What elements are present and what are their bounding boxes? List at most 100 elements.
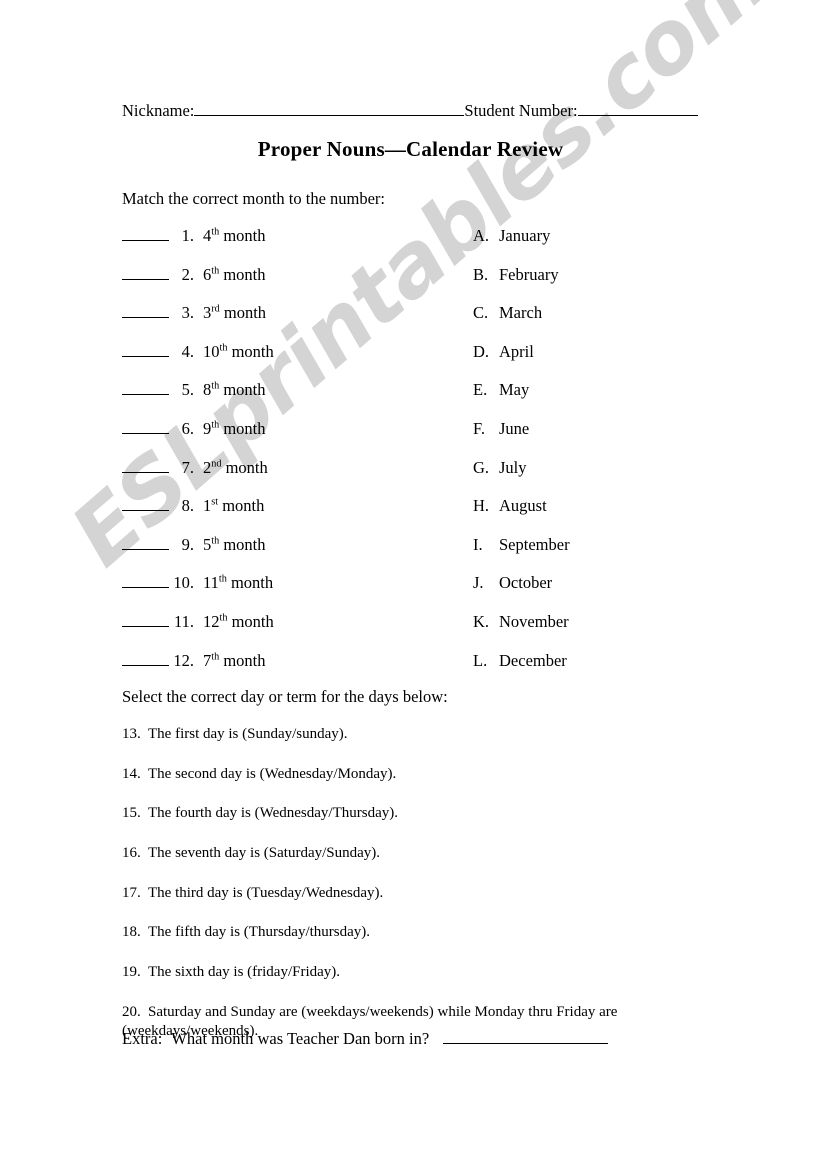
matching-item-row: 8. 1st month — [122, 496, 452, 535]
match-item-number: 12. — [173, 650, 194, 670]
match-item-text: 4th month — [203, 226, 266, 245]
match-item-text: 11th month — [203, 573, 274, 593]
month-option-letter: D. — [473, 341, 490, 361]
match-item-text: 3rd month — [203, 303, 267, 323]
matching-item-row: 7. 2nd month — [122, 458, 452, 497]
matching-item-row: 10. 11th month — [122, 573, 452, 612]
day-question-text: The third day is (Tuesday/Wednesday). — [148, 884, 384, 901]
match-item-number: 9. — [181, 534, 194, 554]
match-item-number: 1. — [181, 226, 194, 245]
month-option-name: April — [499, 341, 534, 361]
month-option-letter: E. — [473, 380, 488, 400]
month-option-name: October — [499, 573, 553, 593]
student-number-blank[interactable] — [577, 100, 698, 116]
extra-label: Extra: — [122, 1029, 163, 1048]
matching-item-row: 1. 4th month — [122, 226, 452, 265]
day-questions-list: 13. The first day is (Sunday/sunday). 14. T… — [122, 725, 682, 1062]
day-question-row: 16. The seventh day is (Saturday/Sunday). — [122, 844, 682, 863]
match-item-text: 2nd month — [203, 457, 268, 477]
match-item-number: 11. — [173, 611, 194, 631]
month-option-letter: J. — [473, 573, 484, 593]
month-option-letter: H. — [473, 496, 490, 516]
match-item-text: 6th month — [203, 264, 266, 284]
match-item-number: 7. — [181, 457, 194, 477]
day-question-row: 13. The first day is (Sunday/sunday). — [122, 725, 682, 744]
day-question-text: The first day is (Sunday/sunday). — [148, 726, 348, 742]
student-info-row: Nickname: Student Number: — [122, 100, 727, 121]
nickname-blank[interactable] — [194, 100, 465, 116]
month-option-name: May — [499, 380, 530, 400]
day-question-number: 20. — [122, 1003, 141, 1020]
worksheet-page: ESLprintables.com Nickname: Student Numb… — [0, 0, 821, 1169]
month-option-letter: C. — [473, 303, 489, 323]
match-answer-blank[interactable] — [122, 226, 169, 241]
month-option-name: January — [499, 226, 551, 245]
match-answer-blank[interactable] — [122, 612, 169, 627]
month-options-list: A. January B. February C. March D. April E. May F.… — [473, 226, 723, 689]
month-option-letter: G. — [473, 457, 490, 477]
match-answer-blank[interactable] — [122, 265, 169, 280]
match-answer-blank[interactable] — [122, 380, 169, 396]
extra-answer-blank[interactable] — [443, 1028, 609, 1044]
month-option-row: J. October — [473, 573, 723, 612]
month-option-row: G. July — [473, 458, 723, 497]
month-option-row: K. November — [473, 612, 723, 651]
match-item-number: 6. — [181, 418, 194, 438]
day-question-text: The second day is (Wednesday/Monday). — [148, 765, 397, 782]
match-answer-blank[interactable] — [122, 535, 169, 550]
matching-item-row: 2. 6th month — [122, 265, 452, 304]
match-item-text: 10th month — [203, 341, 274, 361]
nickname-label: Nickname: — [122, 101, 195, 120]
match-answer-blank[interactable] — [122, 458, 169, 473]
day-question-number: 14. — [122, 765, 141, 782]
matching-item-row: 11. 12th month — [122, 612, 452, 651]
match-item-number: 3. — [181, 303, 194, 323]
month-option-name: December — [499, 650, 567, 670]
month-option-letter: F. — [473, 418, 485, 438]
day-question-row: 15. The fourth day is (Wednesday/Thursday… — [122, 804, 682, 823]
page-title: Proper Nouns—Calendar Review — [257, 137, 564, 161]
matching-instruction: Match the correct month to the number: — [122, 189, 386, 208]
match-item-text: 12th month — [203, 611, 274, 631]
match-item-text: 5th month — [203, 534, 266, 554]
day-question-text: The seventh day is (Saturday/Sunday). — [148, 845, 381, 862]
match-answer-blank[interactable] — [122, 651, 169, 666]
match-item-number: 2. — [181, 264, 194, 284]
month-option-row: F. June — [473, 419, 723, 458]
month-option-row: D. April — [473, 342, 723, 381]
month-option-name: November — [499, 611, 569, 631]
month-option-name: June — [499, 418, 530, 438]
day-question-number: 13. — [122, 726, 141, 742]
day-question-row: 19. The sixth day is (friday/Friday). — [122, 963, 682, 982]
match-item-text: 1st month — [203, 496, 265, 516]
match-answer-blank[interactable] — [122, 419, 169, 434]
month-option-letter: I. — [473, 534, 483, 554]
match-item-number: 4. — [181, 341, 194, 361]
match-item-number: 10. — [173, 573, 194, 593]
matching-item-row: 4. 10th month — [122, 342, 452, 381]
match-answer-blank[interactable] — [122, 303, 169, 319]
match-answer-blank[interactable] — [122, 573, 169, 589]
day-question-row: 14. The second day is (Wednesday/Monday). — [122, 765, 682, 784]
month-option-letter: L. — [473, 650, 488, 670]
extra-question: What month was Teacher Dan born in? — [171, 1029, 430, 1048]
month-option-row: B. February — [473, 265, 723, 304]
day-question-number: 16. — [122, 845, 141, 862]
match-item-number: 5. — [181, 380, 194, 400]
day-question-text: The sixth day is (friday/Friday). — [148, 964, 341, 981]
month-option-name: July — [499, 457, 527, 477]
month-option-name: August — [499, 496, 547, 516]
month-option-row: H. August — [473, 496, 723, 535]
day-question-number: 19. — [122, 964, 141, 981]
month-option-letter: K. — [473, 611, 490, 631]
day-question-row: 17. The third day is (Tuesday/Wednesday). — [122, 884, 682, 903]
month-option-row: C. March — [473, 303, 723, 342]
day-question-number: 18. — [122, 924, 141, 941]
matching-item-row: 5. 8th month — [122, 380, 452, 419]
match-answer-blank[interactable] — [122, 496, 169, 512]
match-answer-blank[interactable] — [122, 342, 169, 357]
match-item-text: 8th month — [203, 380, 266, 400]
month-option-name: February — [499, 264, 559, 284]
day-question-number: 17. — [122, 884, 141, 901]
day-question-number: 15. — [122, 805, 141, 822]
